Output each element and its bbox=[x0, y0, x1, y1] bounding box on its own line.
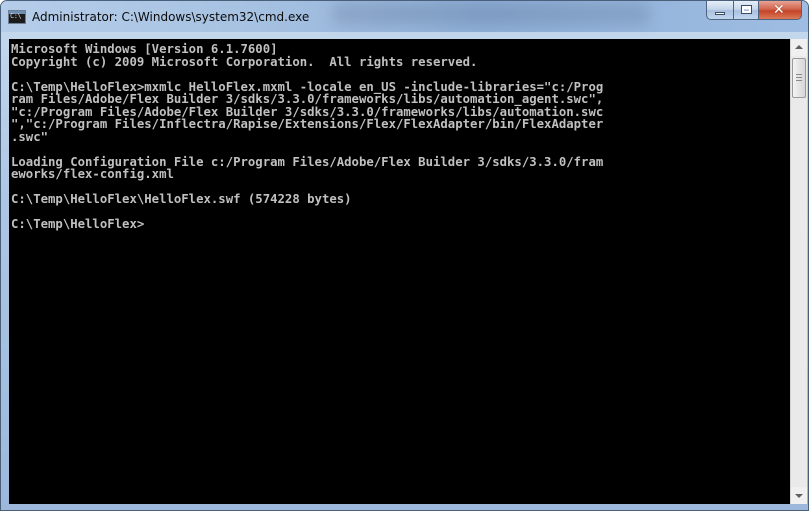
title-bar[interactable]: C:\ Administrator: C:\Windows\system32\c… bbox=[1, 1, 808, 32]
maximize-icon bbox=[741, 5, 752, 14]
console-line: ","c:/Program Files/Inflectra/Rapise/Ext… bbox=[11, 117, 604, 131]
close-icon: ✕ bbox=[773, 2, 785, 18]
console-line: eworks/flex-config.xml bbox=[11, 167, 174, 181]
console-line: C:\Temp\HelloFlex> bbox=[11, 217, 145, 231]
cmd-window: C:\ Administrator: C:\Windows\system32\c… bbox=[0, 0, 809, 511]
maximize-button[interactable] bbox=[733, 1, 759, 20]
cmd-app-icon-text: C:\ bbox=[10, 12, 22, 20]
arrow-down-icon bbox=[795, 494, 803, 498]
console-line: .swc" bbox=[11, 129, 49, 144]
title-bar-glare bbox=[331, 3, 651, 25]
grip-line-icon bbox=[796, 80, 802, 81]
console-line: C:\Temp\HelloFlex\HelloFlex.swf (574228 … bbox=[11, 192, 352, 206]
window-controls: ✕ bbox=[706, 1, 802, 21]
vertical-scrollbar[interactable] bbox=[790, 39, 807, 504]
scroll-down-button[interactable] bbox=[791, 487, 807, 504]
grip-line-icon bbox=[796, 74, 802, 75]
scroll-thumb[interactable] bbox=[792, 58, 806, 98]
console-line: Copyright (c) 2009 Microsoft Corporation… bbox=[11, 54, 478, 69]
arrow-up-icon bbox=[795, 45, 803, 49]
console-text: Microsoft Windows [Version 6.1.7600] Cop… bbox=[9, 39, 790, 231]
window-title: Administrator: C:\Windows\system32\cmd.e… bbox=[32, 10, 310, 24]
close-button[interactable]: ✕ bbox=[759, 1, 802, 20]
cmd-app-icon[interactable]: C:\ bbox=[8, 10, 26, 24]
minimize-icon bbox=[715, 12, 725, 15]
scroll-up-button[interactable] bbox=[791, 39, 807, 56]
minimize-button[interactable] bbox=[706, 1, 733, 20]
console-output[interactable]: Microsoft Windows [Version 6.1.7600] Cop… bbox=[9, 39, 790, 504]
grip-line-icon bbox=[796, 77, 802, 78]
